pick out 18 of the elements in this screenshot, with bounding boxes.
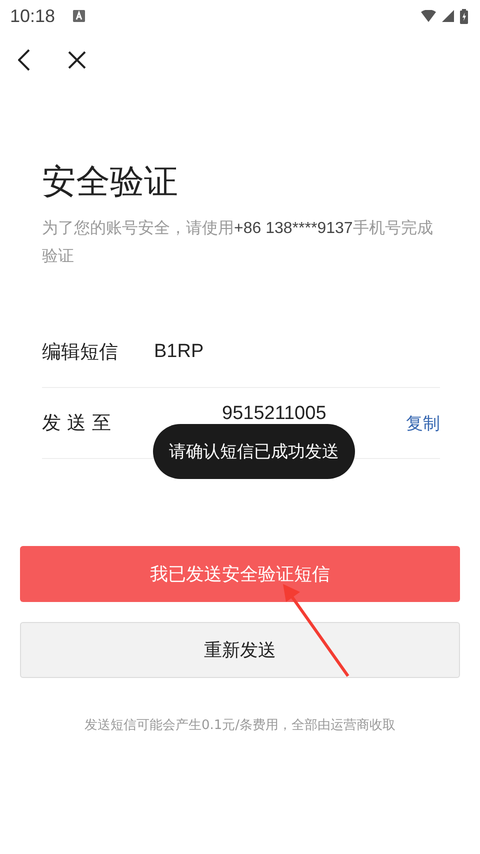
battery-icon <box>460 8 468 24</box>
signal-icon <box>442 10 454 22</box>
close-icon[interactable] <box>68 51 86 69</box>
resend-button[interactable]: 重新发送 <box>20 622 460 678</box>
field-value: B1RP <box>154 341 204 362</box>
field-label: 编辑短信 <box>42 340 119 365</box>
field-label: 发 送 至 <box>42 411 112 436</box>
wifi-icon <box>421 10 436 22</box>
page-title: 安全验证 <box>42 161 179 204</box>
status-time: 10:18 <box>10 6 56 26</box>
description-text: 为了您的账号安全，请使用+86 138****9137手机号完成验证 <box>42 217 434 267</box>
confirm-sent-button[interactable]: 我已发送安全验证短信 <box>20 546 460 602</box>
copy-link[interactable]: 复制 <box>406 412 440 434</box>
field-value: 9515211005 <box>222 403 326 424</box>
sent-toast: 请确认短信已成功发送 <box>153 424 355 479</box>
back-icon[interactable] <box>18 49 30 71</box>
fee-note: 发送短信可能会产生0.1元/条费用，全部由运营商收取 <box>83 717 397 734</box>
keyboard-icon <box>73 10 86 22</box>
